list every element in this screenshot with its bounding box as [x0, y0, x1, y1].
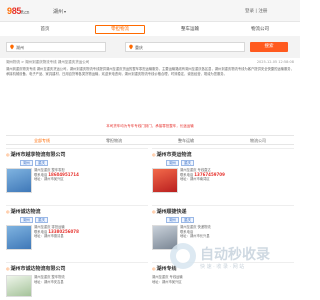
origin-tag: 湖州 — [20, 217, 33, 223]
search-bar: 湖州 重庆 搜索 — [0, 36, 300, 58]
badge-icon: ◎ — [152, 152, 156, 157]
city-selector[interactable]: 湖州▾ — [53, 8, 66, 15]
company-card[interactable]: ◎湖州诚达物流 湖州 重庆 湖州至重庆 零担运输 联系电话 13380256078… — [6, 205, 148, 261]
contact-label: 联系电话 — [34, 172, 48, 177]
location-icon — [10, 44, 14, 50]
origin-value: 湖州 — [16, 45, 24, 50]
company-title[interactable]: ◎湖州顺捷快递 — [152, 208, 187, 215]
destination-input[interactable]: 重庆 — [125, 42, 245, 52]
watermark-logo-icon — [170, 243, 196, 269]
company-title[interactable]: ◎湖州市诚达物流有限公司 — [6, 265, 66, 272]
address-line: 地址：湖州市长兴县 — [180, 234, 210, 239]
address-line: 地址：湖州市德清县 — [34, 234, 64, 239]
company-card[interactable]: ◎湖州市英运物流 湖州 重庆 湖州至重庆 专线直达 联系电话 1376745970… — [152, 148, 294, 204]
login-link[interactable]: 登录 | 注册 — [245, 8, 267, 14]
nav-item-less-load[interactable]: 零担物流 — [95, 25, 145, 34]
company-card[interactable]: ◎湖州市越享物流有限公司 湖州 重庆 湖州至重庆 整车零担 联系电话 186049… — [6, 148, 148, 204]
company-thumbnail[interactable] — [6, 225, 32, 250]
tab-companies[interactable]: 物流公司 — [222, 138, 294, 144]
intro-text: 湖州到重庆物流专线 湖州至重庆货运公司，湖州到重庆物流专线提供湖州至重庆货运的整… — [6, 67, 294, 76]
watermark-title: 自动秒收录 — [200, 247, 270, 263]
address-line: 地址：湖州市南浔区 — [180, 177, 210, 182]
company-name: 湖州市英运物流 — [156, 152, 192, 158]
company-name: 湖州市诚达物流有限公司 — [10, 266, 66, 272]
company-detail: 湖州至重庆 快递物流 联系电话 地址：湖州市长兴县 — [180, 225, 292, 239]
route-tags: 湖州 重庆 — [20, 160, 50, 166]
company-title[interactable]: ◎湖州诚达物流 — [6, 208, 41, 215]
destination-value: 重庆 — [135, 45, 143, 50]
contact-label: 联系电话 — [180, 172, 194, 177]
company-detail: 湖州至重庆 零担运输 联系电话 13380256078 地址：湖州市德清县 — [34, 225, 146, 239]
main-nav: 首页 零担物流 整车运输 物流公司 — [0, 22, 300, 36]
watermark-subtitle: 快 速 · 收 录 · 网 站 — [200, 264, 245, 270]
site-logo[interactable]: 985ft.cn — [7, 6, 29, 16]
badge-icon: ◎ — [152, 266, 156, 271]
company-name: 湖州顺捷快递 — [156, 209, 187, 215]
destination-tag: 重庆 — [181, 160, 194, 166]
tab-all-routes[interactable]: 全部专线 — [6, 138, 78, 144]
badge-icon: ◎ — [6, 209, 10, 214]
phone-number[interactable]: 18604951714 — [48, 172, 79, 177]
origin-tag: 湖州 — [166, 217, 179, 223]
badge-icon: ◎ — [6, 266, 10, 271]
category-tabs: 全部专线 零担物流 整车运输 物流公司 — [6, 135, 294, 145]
origin-tag: 湖州 — [20, 160, 33, 166]
nav-item-companies[interactable]: 物流公司 — [235, 25, 285, 34]
location-icon — [129, 44, 133, 50]
badge-icon: ◎ — [152, 209, 156, 214]
city-label: 湖州 — [53, 9, 64, 15]
tab-full-load[interactable]: 整车运输 — [150, 138, 222, 144]
company-detail: 湖州至重庆 整车零担 联系电话 18604951714 地址：湖州市吴兴区 — [34, 168, 146, 182]
tab-less-load[interactable]: 零担物流 — [78, 138, 150, 144]
address-line: 地址：湖州市吴兴区 — [34, 177, 64, 182]
route-tags: 湖州 重庆 — [166, 160, 196, 166]
route-tags: 湖州 重庆 — [20, 217, 50, 223]
breadcrumb: 湖州物流 > 湖州到重庆物流专线 湖州至重庆货运公司 — [6, 60, 90, 64]
company-title[interactable]: ◎湖州市英运物流 — [152, 151, 192, 158]
notice-banner: 本司货车均为专车专线门到门，承接零担整车，长途运输 — [106, 124, 194, 128]
company-detail: 湖州至重庆 专线直达 联系电话 13767459709 地址：湖州市南浔区 — [180, 168, 292, 182]
nav-item-home[interactable]: 首页 — [20, 25, 70, 34]
logo-part-b: 85 — [11, 6, 22, 16]
phone-number[interactable]: 13380256078 — [48, 229, 79, 234]
publish-date: 2025-12-05 12:58:08 — [256, 60, 294, 64]
route-tags: 湖州 重庆 — [166, 217, 196, 223]
company-title[interactable]: ◎湖州市越享物流有限公司 — [6, 151, 66, 158]
address-line: 地址：湖州市安吉县 — [34, 279, 64, 284]
origin-tag: 湖州 — [166, 160, 179, 166]
chevron-down-icon: ▾ — [64, 9, 67, 14]
search-button[interactable]: 搜索 — [250, 42, 288, 52]
company-thumbnail[interactable] — [152, 168, 178, 193]
company-thumbnail[interactable] — [6, 168, 32, 193]
nav-item-full-load[interactable]: 整车运输 — [165, 25, 215, 34]
company-name: 湖州诚达物流 — [10, 209, 41, 215]
company-thumbnail[interactable] — [6, 275, 32, 297]
company-detail: 湖州至重庆 整车物流 地址：湖州市安吉县 — [34, 275, 146, 284]
contact-label: 联系电话 — [180, 229, 194, 234]
contact-label: 联系电话 — [34, 229, 48, 234]
badge-icon: ◎ — [6, 152, 10, 157]
destination-tag: 重庆 — [35, 217, 48, 223]
phone-number[interactable]: 13767459709 — [194, 172, 225, 177]
company-card[interactable]: ◎湖州市诚达物流有限公司 湖州至重庆 整车物流 地址：湖州市安吉县 — [6, 262, 148, 298]
logo-part-c: ft.cn — [21, 10, 30, 16]
company-name: 湖州市越享物流有限公司 — [10, 152, 66, 158]
watermark: 自动秒收录 快 速 · 收 录 · 网 站 — [170, 243, 300, 299]
destination-tag: 重庆 — [35, 160, 48, 166]
top-bar: 985ft.cn 湖州▾ 登录 | 注册 — [0, 0, 300, 22]
destination-tag: 重庆 — [181, 217, 194, 223]
origin-input[interactable]: 湖州 — [6, 42, 106, 52]
